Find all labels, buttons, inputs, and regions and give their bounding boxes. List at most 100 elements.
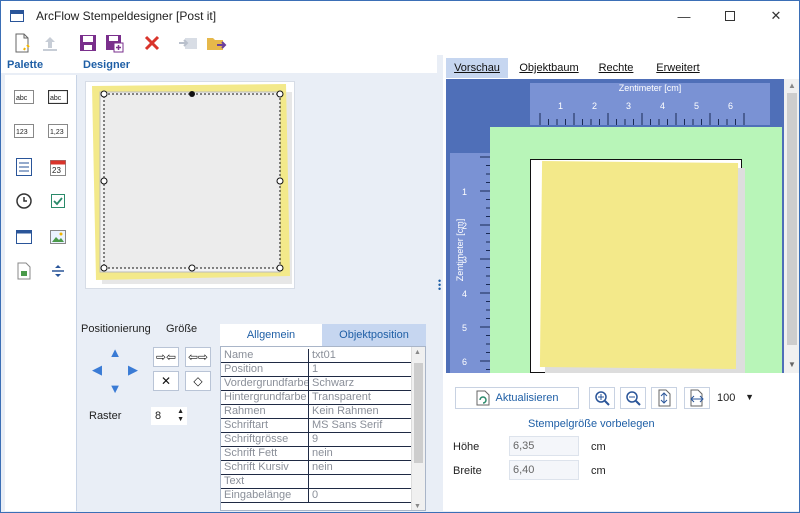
save-as-button[interactable] <box>103 32 125 54</box>
palette-date-tool[interactable]: 23 <box>47 157 69 177</box>
move-down-button[interactable]: ▼ <box>108 381 122 396</box>
palette-text-tool[interactable]: abc <box>13 87 35 107</box>
preview-canvas <box>490 127 782 373</box>
tab-erweitert[interactable]: Erweitert <box>647 58 709 78</box>
spinner-arrows-icon[interactable]: ▲ ▼ <box>177 408 184 424</box>
ruler-top-tick-label: 5 <box>694 101 699 111</box>
palette-image-tool[interactable] <box>47 227 69 247</box>
palette-frame-tool[interactable] <box>13 227 35 247</box>
scroll-up-icon[interactable]: ▲ <box>414 349 421 356</box>
chevron-down-icon: ▼ <box>745 392 754 402</box>
property-row[interactable]: Hintergrundfarbe Transparent <box>221 391 411 405</box>
import-button[interactable] <box>177 32 199 54</box>
post-it-design <box>92 84 292 284</box>
scroll-down-icon[interactable]: ▼ <box>788 360 796 369</box>
designer-canvas[interactable] <box>85 81 295 289</box>
refresh-button[interactable]: Aktualisieren <box>455 387 579 409</box>
property-row[interactable]: Vordergrundfarbe Schwarz <box>221 377 411 391</box>
zoom-out-icon <box>626 391 641 406</box>
save-button[interactable] <box>77 32 99 54</box>
palette-number-tool[interactable]: 123 <box>13 121 35 141</box>
palette-document-tool[interactable] <box>13 261 35 281</box>
property-value[interactable] <box>309 475 411 488</box>
new-document-button[interactable] <box>11 32 33 54</box>
zoom-select[interactable]: 100 ▼ <box>714 388 758 408</box>
property-value[interactable]: 9 <box>309 433 411 446</box>
palette-checkbox-tool[interactable] <box>47 191 69 211</box>
delete-button[interactable] <box>141 32 163 54</box>
property-value[interactable]: nein <box>309 447 411 460</box>
clock-icon <box>16 193 32 209</box>
ruler-top-tick-label: 1 <box>558 101 563 111</box>
width-field[interactable]: 6,40 <box>509 460 579 480</box>
property-scrollbar[interactable]: ▲ ▼ <box>411 347 425 510</box>
property-name: Schrift Fett <box>221 447 309 460</box>
move-left-button[interactable]: ◀ <box>90 362 104 377</box>
ruler-left-ticks: 1 2 3 4 5 6 <box>462 156 492 370</box>
preview-scrollbar[interactable]: ▲ ▼ <box>784 79 799 373</box>
width-unit: cm <box>591 465 606 477</box>
tab-vorschau[interactable]: Vorschau <box>446 58 508 78</box>
positioning-label: Positionierung <box>81 323 151 335</box>
scroll-up-icon[interactable]: ▲ <box>788 81 796 90</box>
height-field[interactable]: 6,35 <box>509 436 579 456</box>
palette-separator-tool[interactable] <box>47 261 69 281</box>
property-row[interactable]: Text <box>221 475 411 489</box>
property-value[interactable]: 0 <box>309 489 411 502</box>
property-value[interactable]: txt01 <box>309 349 411 362</box>
upload-button[interactable] <box>39 32 61 54</box>
property-row[interactable]: Schrift Fett nein <box>221 447 411 461</box>
scroll-down-icon[interactable]: ▼ <box>414 503 421 510</box>
scroll-thumb[interactable] <box>414 363 423 463</box>
move-right-button[interactable]: ▶ <box>126 362 140 377</box>
export-folder-button[interactable] <box>205 32 227 54</box>
palette-text-input-tool[interactable]: abc <box>47 87 69 107</box>
property-name: Schriftart <box>221 419 309 432</box>
property-row[interactable]: Schrift Kursiv nein <box>221 461 411 475</box>
property-value[interactable]: Schwarz <box>309 377 411 390</box>
property-value[interactable]: MS Sans Serif <box>309 419 411 432</box>
zoom-out-button[interactable] <box>620 387 646 409</box>
property-row[interactable]: Name txt01 <box>221 349 411 363</box>
fit-width-button[interactable] <box>684 387 710 409</box>
raster-spinner[interactable]: 8 ▲ ▼ <box>151 407 187 425</box>
ruler-left-tick-label: 1 <box>462 187 467 197</box>
decimal-field-icon: 1,23 <box>48 124 68 138</box>
tab-rechte[interactable]: Rechte <box>593 58 639 78</box>
property-row[interactable]: Rahmen Kein Rahmen <box>221 405 411 419</box>
svg-text:23: 23 <box>52 166 61 175</box>
pane-splitter[interactable]: • • • <box>438 55 442 511</box>
move-up-button[interactable]: ▲ <box>108 345 122 360</box>
shrink-width-button[interactable]: ⇨⇦ <box>153 347 179 367</box>
property-row[interactable]: Position 1 <box>221 363 411 377</box>
maximize-button[interactable] <box>707 1 753 31</box>
fit-height-button[interactable] <box>651 387 677 409</box>
property-value[interactable]: Kein Rahmen <box>309 405 411 418</box>
palette-decimal-tool[interactable]: 1,23 <box>47 121 69 141</box>
palette-time-tool[interactable] <box>13 191 35 211</box>
palette-list-tool[interactable] <box>13 157 35 177</box>
shrink-height-button[interactable]: ✕ <box>153 371 179 391</box>
property-value[interactable]: nein <box>309 461 411 474</box>
grow-height-button[interactable]: ◇ <box>185 371 211 391</box>
close-button[interactable]: ✕ <box>753 1 799 31</box>
property-grid: Name txt01 Position 1 Vordergrundfarbe Schwar… <box>220 346 426 511</box>
property-value[interactable]: Transparent <box>309 391 411 404</box>
property-row[interactable]: Schriftgrösse 9 <box>221 433 411 447</box>
property-row[interactable]: Schriftart MS Sans Serif <box>221 419 411 433</box>
preset-size-checkbox[interactable] <box>510 418 522 430</box>
grow-width-button[interactable]: ⇦⇨ <box>185 347 211 367</box>
preview-scroll-thumb[interactable] <box>787 93 797 345</box>
minimize-button[interactable]: — <box>661 1 707 31</box>
zoom-in-button[interactable] <box>589 387 615 409</box>
property-name: Vordergrundfarbe <box>221 377 309 390</box>
text-field-icon: abc <box>14 90 34 104</box>
property-row[interactable]: Eingabelänge 0 <box>221 489 411 503</box>
tab-allgemein[interactable]: Allgemein <box>220 324 322 346</box>
designer-header: Designer <box>77 55 437 73</box>
palette-header: Palette <box>1 55 77 73</box>
tab-objektposition[interactable]: Objektposition <box>322 324 426 346</box>
property-value[interactable]: 1 <box>309 363 411 376</box>
checkbox-icon <box>51 194 65 208</box>
tab-objektbaum[interactable]: Objektbaum <box>513 58 585 78</box>
